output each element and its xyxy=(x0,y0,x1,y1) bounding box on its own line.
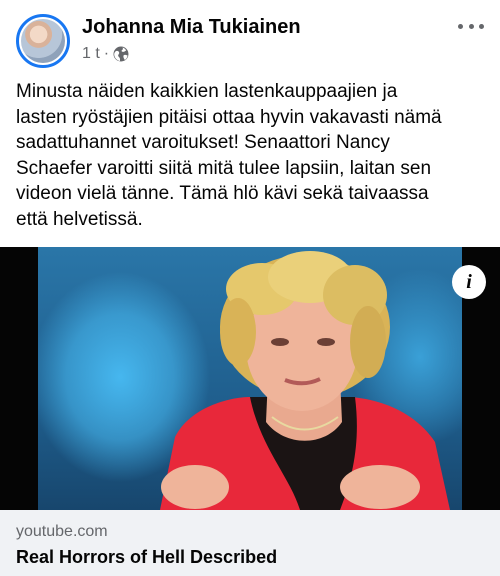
speaker-image xyxy=(160,251,450,510)
more-options-icon[interactable] xyxy=(454,14,488,38)
post-text: Minusta näiden kaikkien lastenkauppaajie… xyxy=(16,79,486,232)
post-text-line: että helvetissä. xyxy=(16,208,143,230)
post-text-line: lasten ryöstäjien pitäisi ottaa hyvin va… xyxy=(16,106,442,128)
post-time[interactable]: 1 t xyxy=(82,45,100,63)
dot xyxy=(458,23,463,29)
info-icon[interactable]: i xyxy=(452,265,486,299)
post-text-line: Schaefer varoitti siitä mitä tulee lapsi… xyxy=(16,157,432,179)
video-thumbnail[interactable]: i xyxy=(0,247,500,510)
video-letterbox-left xyxy=(0,247,38,510)
post-text-line: sadattuhannet varoitukset! Senaattori Na… xyxy=(16,132,390,153)
link-domain: youtube.com xyxy=(16,523,108,540)
meta-separator: · xyxy=(103,45,110,62)
link-title[interactable]: Real Horrors of Hell Described xyxy=(16,547,277,568)
globe-icon[interactable] xyxy=(113,46,129,62)
post-text-line: Minusta näiden kaikkien lastenkauppaajie… xyxy=(16,81,398,102)
author-name[interactable]: Johanna Mia Tukiainen xyxy=(82,16,301,39)
avatar[interactable] xyxy=(16,14,70,68)
post-header: Johanna Mia Tukiainen 1 t · xyxy=(0,0,500,76)
dot xyxy=(468,23,474,29)
dot xyxy=(479,23,484,29)
avatar-image xyxy=(21,19,65,63)
link-preview[interactable]: youtube.com Real Horrors of Hell Describ… xyxy=(0,510,500,576)
post-meta: 1 t · xyxy=(82,45,129,63)
post-text-line: videon vielä tänne. Tämä hlö kävi sekä t… xyxy=(16,183,429,204)
